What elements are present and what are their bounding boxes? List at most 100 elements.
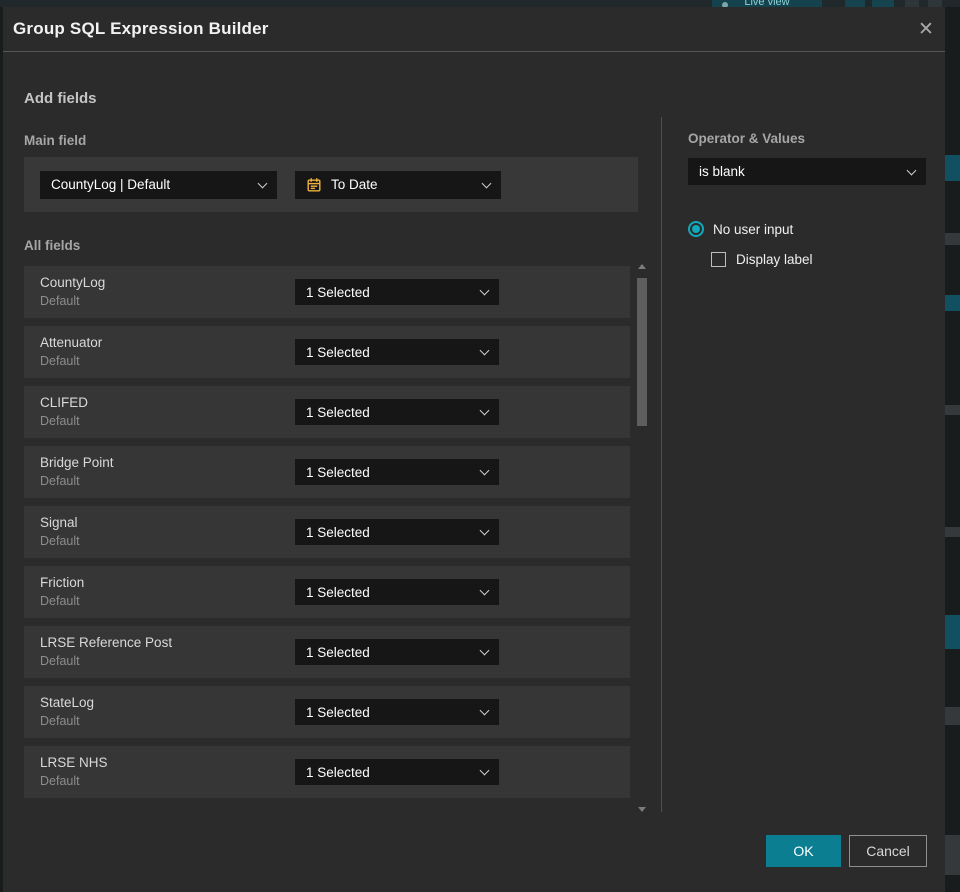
- field-name: LRSE Reference Post: [40, 635, 173, 650]
- chevron-down-icon: [479, 465, 490, 476]
- chevron-down-icon: [479, 765, 490, 776]
- field-selected-value: 1 Selected: [306, 584, 370, 600]
- field-sublabel: Default: [40, 354, 80, 368]
- background-app-right-sliver: [945, 7, 960, 892]
- field-sublabel: Default: [40, 534, 80, 548]
- background-fragment: [945, 155, 960, 181]
- field-row: Signal Default 1 Selected: [24, 506, 630, 558]
- no-user-input-label: No user input: [713, 221, 794, 237]
- scroll-down-icon[interactable]: [638, 807, 646, 812]
- field-name: Signal: [40, 515, 78, 530]
- group-sql-expression-builder-dialog: Group SQL Expression Builder ✕ Add field…: [3, 7, 945, 892]
- chevron-down-icon: [479, 345, 490, 356]
- live-view-badge: Live view: [712, 0, 822, 7]
- chevron-down-icon: [479, 285, 490, 296]
- field-sublabel: Default: [40, 714, 80, 728]
- chevron-down-icon: [479, 705, 490, 716]
- field-selected-dropdown[interactable]: 1 Selected: [295, 339, 499, 365]
- chevron-down-icon: [479, 585, 490, 596]
- field-row: StateLog Default 1 Selected: [24, 686, 630, 738]
- field-sublabel: Default: [40, 594, 80, 608]
- background-app-top-strip: Live view: [0, 0, 960, 7]
- background-fragment: [945, 707, 960, 725]
- field-row: LRSE Reference Post Default 1 Selected: [24, 626, 630, 678]
- close-icon: ✕: [918, 18, 934, 40]
- background-fragment: [945, 233, 960, 245]
- background-fragment: [945, 835, 960, 875]
- close-button[interactable]: ✕: [913, 16, 939, 42]
- field-type-select-value: To Date: [331, 177, 378, 192]
- main-field-label: Main field: [24, 133, 87, 148]
- field-selected-value: 1 Selected: [306, 404, 370, 420]
- background-toolbar-button: [845, 0, 867, 7]
- field-type-select[interactable]: To Date: [295, 170, 501, 199]
- field-name: Attenuator: [40, 335, 103, 350]
- background-toolbar-button: [928, 0, 942, 7]
- field-selected-value: 1 Selected: [306, 524, 370, 540]
- field-name: Friction: [40, 575, 85, 590]
- vertical-divider: [661, 117, 662, 812]
- field-sublabel: Default: [40, 294, 80, 308]
- field-row: CountyLog Default 1 Selected: [24, 266, 630, 318]
- background-fragment: [945, 615, 960, 649]
- chevron-down-icon: [257, 178, 268, 188]
- no-user-input-radio[interactable]: No user input: [688, 221, 793, 237]
- all-fields-label: All fields: [24, 238, 81, 253]
- display-label-label: Display label: [736, 252, 813, 267]
- radio-selected-icon: [688, 221, 704, 237]
- field-name: StateLog: [40, 695, 95, 710]
- background-fragment: [945, 405, 960, 415]
- field-selected-dropdown[interactable]: 1 Selected: [295, 699, 499, 725]
- field-sublabel: Default: [40, 474, 80, 488]
- field-row: Bridge Point Default 1 Selected: [24, 446, 630, 498]
- all-fields-list: CountyLog Default 1 Selected Attenuator …: [24, 266, 630, 806]
- calendar-icon: [306, 177, 322, 193]
- field-selected-value: 1 Selected: [306, 704, 370, 720]
- chevron-down-icon: [479, 525, 490, 536]
- chevron-down-icon: [481, 178, 492, 188]
- chevron-down-icon: [479, 405, 490, 416]
- background-toolbar-button: [872, 0, 894, 7]
- operator-values-label: Operator & Values: [688, 131, 806, 146]
- field-name: CountyLog: [40, 275, 106, 290]
- field-sublabel: Default: [40, 654, 80, 668]
- checkbox-unchecked-icon: [711, 252, 726, 267]
- field-selected-value: 1 Selected: [306, 344, 370, 360]
- display-label-checkbox[interactable]: Display label: [711, 252, 813, 267]
- field-selected-dropdown[interactable]: 1 Selected: [295, 459, 499, 485]
- field-selected-dropdown[interactable]: 1 Selected: [295, 639, 499, 665]
- dialog-title: Group SQL Expression Builder: [13, 19, 269, 38]
- field-selected-value: 1 Selected: [306, 764, 370, 780]
- field-selected-dropdown[interactable]: 1 Selected: [295, 519, 499, 545]
- operator-select[interactable]: is blank: [688, 158, 926, 185]
- field-row: Attenuator Default 1 Selected: [24, 326, 630, 378]
- dialog-header: Group SQL Expression Builder ✕: [3, 7, 945, 52]
- field-selected-dropdown[interactable]: 1 Selected: [295, 399, 499, 425]
- background-toolbar-button: [905, 0, 919, 7]
- scrollbar-thumb[interactable]: [637, 278, 647, 426]
- field-selected-value: 1 Selected: [306, 464, 370, 480]
- field-selected-value: 1 Selected: [306, 284, 370, 300]
- add-fields-heading: Add fields: [24, 90, 97, 107]
- field-name: Bridge Point: [40, 455, 114, 470]
- background-fragment: [945, 295, 960, 311]
- field-row: Friction Default 1 Selected: [24, 566, 630, 618]
- field-row: LRSE NHS Default 1 Selected: [24, 746, 630, 798]
- field-sublabel: Default: [40, 774, 80, 788]
- field-selected-dropdown[interactable]: 1 Selected: [295, 759, 499, 785]
- field-name: LRSE NHS: [40, 755, 108, 770]
- chevron-down-icon: [479, 645, 490, 656]
- field-name: CLIFED: [40, 395, 89, 410]
- ok-button[interactable]: OK: [766, 835, 841, 867]
- field-selected-dropdown[interactable]: 1 Selected: [295, 279, 499, 305]
- field-sublabel: Default: [40, 414, 80, 428]
- cancel-button[interactable]: Cancel: [849, 835, 927, 867]
- background-fragment: [945, 527, 960, 537]
- scroll-up-icon[interactable]: [638, 264, 646, 269]
- operator-select-value: is blank: [699, 164, 745, 179]
- fields-list-scrollbar[interactable]: [637, 262, 647, 812]
- field-selected-dropdown[interactable]: 1 Selected: [295, 579, 499, 605]
- main-field-select-value: CountyLog | Default: [51, 177, 171, 192]
- field-row: CLIFED Default 1 Selected: [24, 386, 630, 438]
- main-field-select[interactable]: CountyLog | Default: [40, 170, 277, 199]
